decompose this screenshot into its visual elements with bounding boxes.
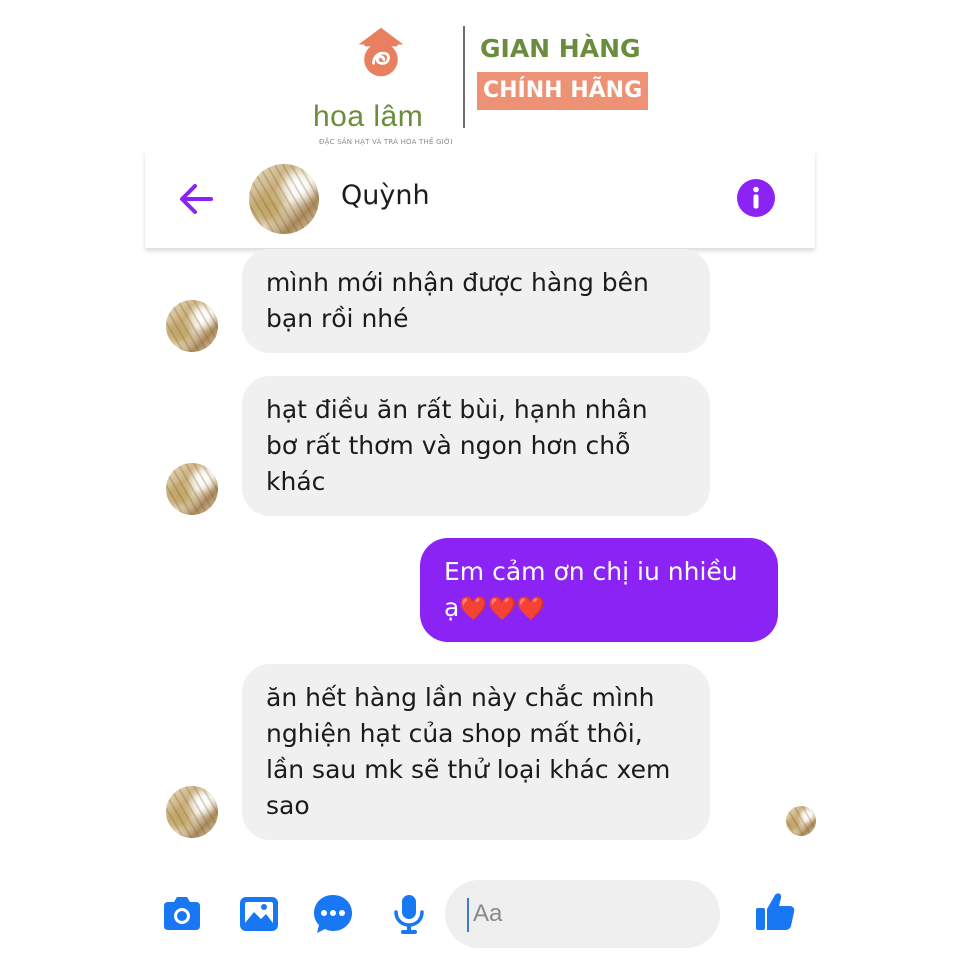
message-input[interactable]: Aa [445, 880, 720, 948]
microphone-icon[interactable] [387, 892, 431, 936]
brand-divider [463, 26, 465, 128]
sent-message-bubble[interactable]: Em cảm ơn chị iu nhiều ạ❤️❤️❤️ [420, 538, 778, 642]
gallery-icon[interactable] [237, 892, 281, 936]
genuine-badge: CHÍNH HÃNG [477, 72, 649, 110]
seen-indicator-avatar [786, 806, 816, 836]
thumbs-up-icon[interactable] [753, 890, 797, 934]
brand-tagline: ĐẶC SẢN HẠT VÀ TRÀ HOA THẾ GIỚI [319, 138, 453, 146]
sender-avatar [166, 300, 218, 352]
brand-name: hoa lâm [313, 100, 424, 133]
message-input-placeholder: Aa [473, 900, 503, 927]
message-composer: Aa [145, 870, 815, 960]
chat-header: Quỳnh [145, 150, 815, 248]
chat-bubble-icon[interactable] [311, 892, 355, 936]
message-bubble[interactable]: ăn hết hàng lần này chắc mình nghiện hạt… [242, 664, 710, 840]
message-bubble[interactable]: hạt điều ăn rất bùi, hạnh nhân bơ rất th… [242, 376, 710, 516]
contact-name[interactable]: Quỳnh [341, 180, 430, 211]
text-caret [467, 898, 469, 932]
sender-avatar [166, 786, 218, 838]
camera-icon[interactable] [160, 892, 204, 936]
hoa-lam-logo-icon [358, 27, 404, 77]
official-store-label: GIAN HÀNG [480, 34, 641, 63]
info-icon[interactable] [737, 179, 775, 217]
brand-logo: hoa lâm ĐẶC SẢN HẠT VÀ TRÀ HOA THẾ GIỚI [305, 18, 485, 146]
message-bubble[interactable]: mình mới nhận được hàng bên bạn rồi nhé [242, 249, 710, 353]
back-arrow-icon[interactable] [175, 178, 217, 220]
contact-avatar[interactable] [249, 164, 319, 234]
sender-avatar [166, 463, 218, 515]
heart-emojis: ❤️❤️❤️ [459, 596, 546, 622]
